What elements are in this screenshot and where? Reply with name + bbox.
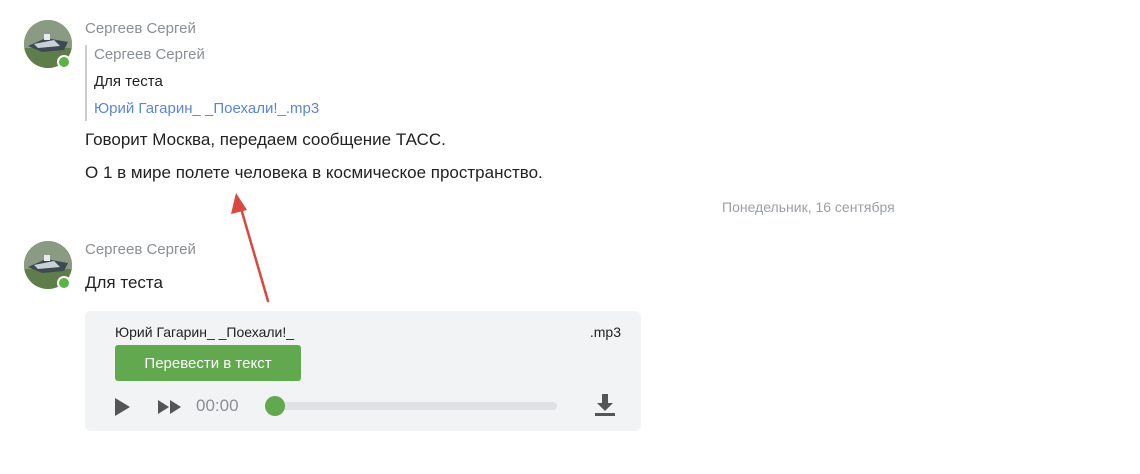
- message-2: Сергеев Сергей Для теста Юрий Гагарин_ _…: [0, 0, 1140, 474]
- audio-time: 00:00: [196, 396, 239, 415]
- audio-progress-thumb[interactable]: [265, 396, 285, 416]
- download-icon[interactable]: [594, 393, 616, 422]
- audio-file-name: Юрий Гагарин_ _Поехали!_: [115, 324, 295, 340]
- audio-file-extension: .mp3: [589, 324, 621, 340]
- message-author[interactable]: Сергеев Сергей: [85, 241, 196, 258]
- play-icon[interactable]: [113, 397, 131, 422]
- message-text: Для теста: [85, 273, 163, 292]
- fast-forward-icon[interactable]: [157, 399, 183, 420]
- audio-progress-track[interactable]: [273, 402, 557, 410]
- online-status-indicator: [57, 276, 71, 290]
- audio-attachment: Юрий Гагарин_ _Поехали!_ .mp3 Перевести …: [85, 311, 641, 431]
- transcribe-button[interactable]: Перевести в текст: [115, 345, 301, 381]
